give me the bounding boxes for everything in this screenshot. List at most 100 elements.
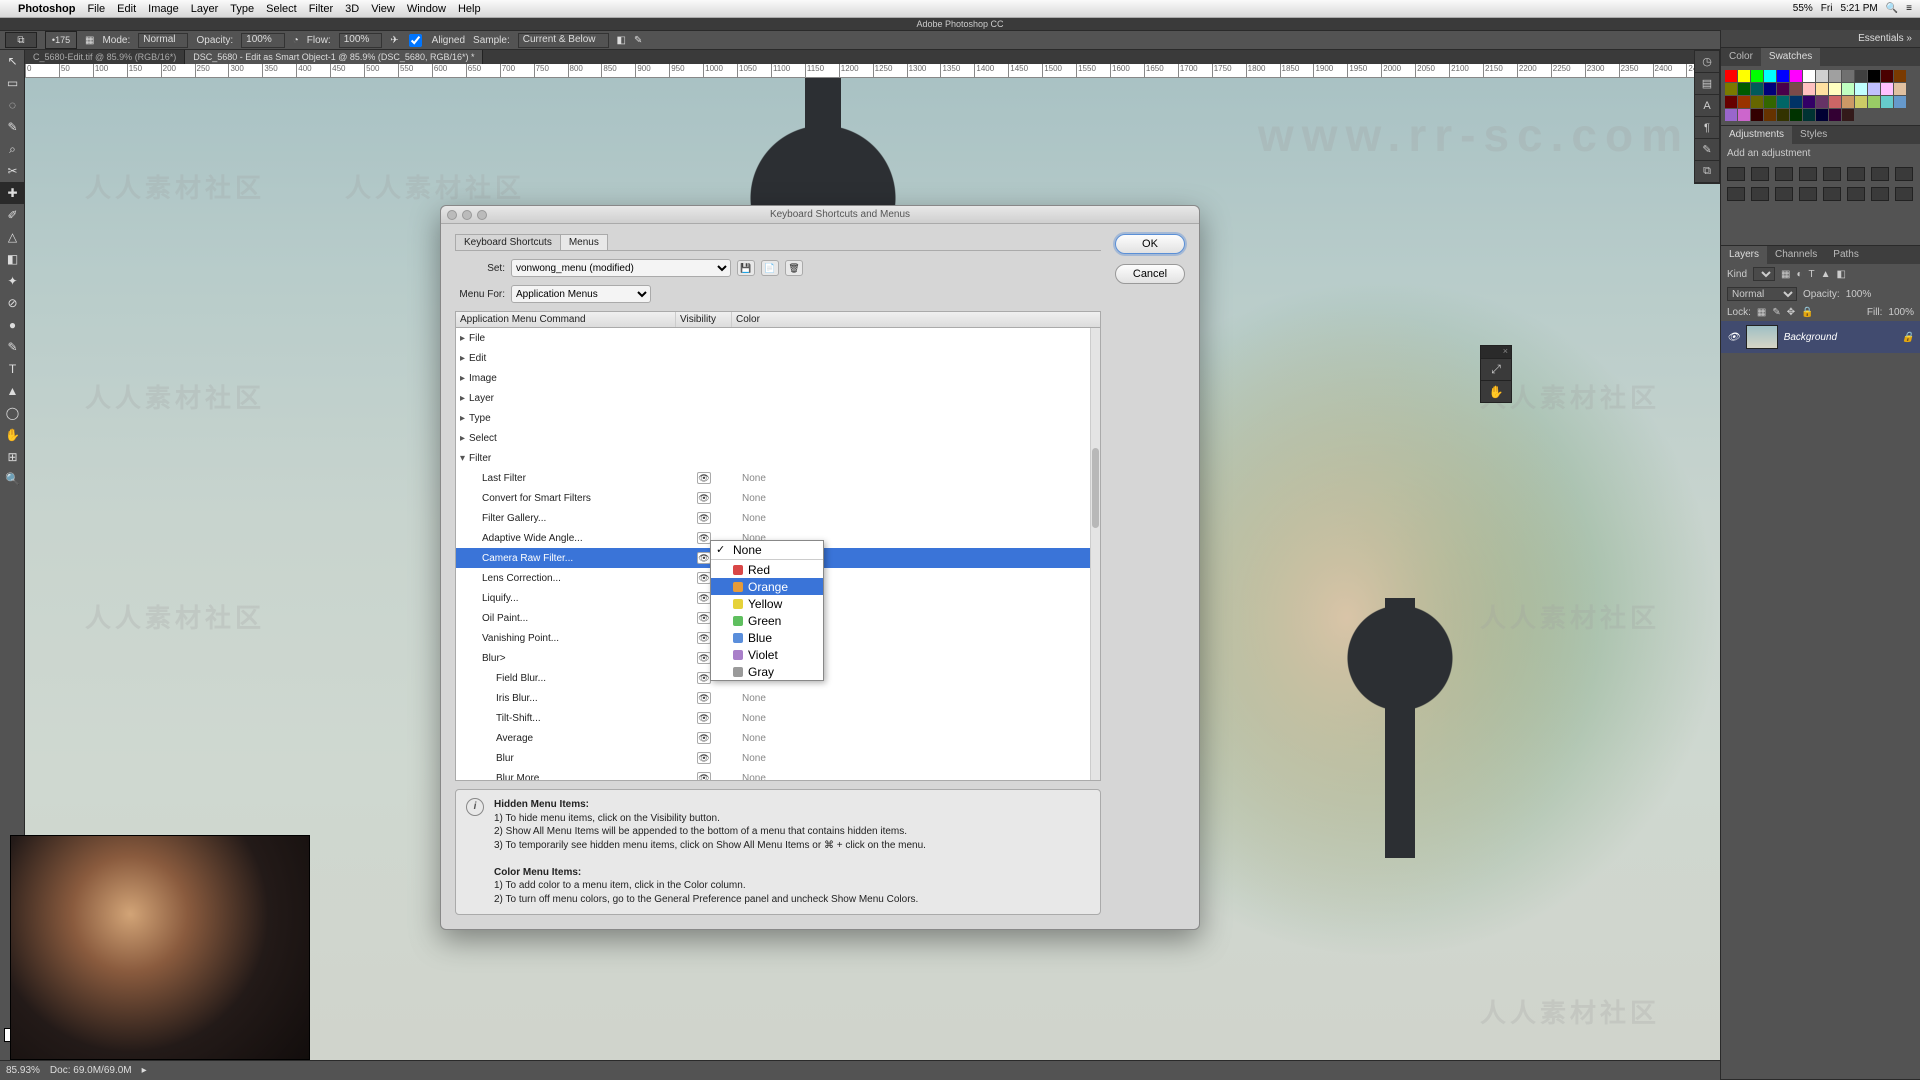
visibility-toggle[interactable]: 👁 — [697, 672, 711, 684]
pressure-opacity-icon[interactable]: ◔ — [293, 35, 299, 46]
visibility-toggle[interactable]: 👁 — [697, 592, 711, 604]
swatch[interactable] — [1738, 70, 1750, 82]
swatch[interactable] — [1803, 83, 1815, 95]
swatch[interactable] — [1777, 96, 1789, 108]
swatch[interactable] — [1790, 109, 1802, 121]
tool-7[interactable]: ✐ — [0, 204, 25, 226]
workspace-switcher[interactable]: Essentials » — [1721, 30, 1920, 48]
col-command[interactable]: Application Menu Command — [456, 312, 676, 327]
visibility-toggle[interactable]: 👁 — [697, 692, 711, 704]
ok-button[interactable]: OK — [1115, 234, 1185, 254]
adj-thresh-icon[interactable] — [1847, 187, 1865, 201]
doc-tab-0[interactable]: C_5680-Edit.tif @ 85.9% (RGB/16*) — [25, 50, 185, 64]
swatch[interactable] — [1751, 96, 1763, 108]
paragraph-icon[interactable]: ¶ — [1695, 117, 1719, 139]
new-set-icon[interactable]: 📄 — [761, 260, 779, 276]
swatch[interactable] — [1725, 70, 1737, 82]
tool-19[interactable]: 🔍 — [0, 468, 25, 490]
swatch[interactable] — [1881, 70, 1893, 82]
ignore-adj-icon[interactable]: ◧ — [617, 35, 626, 46]
swatch[interactable] — [1764, 109, 1776, 121]
color-option-green[interactable]: Green — [711, 612, 823, 629]
layer-thumbnail[interactable] — [1746, 325, 1778, 349]
sample-select[interactable]: Current & Below — [518, 33, 609, 48]
adj-vibrance-icon[interactable] — [1823, 167, 1841, 181]
visibility-icon[interactable]: 👁 — [1727, 332, 1740, 343]
mini-zoom-icon[interactable]: ⤢ — [1481, 358, 1511, 380]
visibility-toggle[interactable]: 👁 — [697, 712, 711, 724]
actions-icon[interactable]: ▤ — [1695, 73, 1719, 95]
status-arrow-icon[interactable]: ▸ — [142, 1065, 147, 1076]
tool-6[interactable]: ✚ — [0, 182, 25, 204]
color-option-violet[interactable]: Violet — [711, 646, 823, 663]
doc-tab-1[interactable]: DSC_5680 - Edit as Smart Object-1 @ 85.9… — [185, 50, 483, 64]
filter-shape-icon[interactable]: ▲ — [1821, 269, 1831, 280]
visibility-toggle[interactable]: 👁 — [697, 652, 711, 664]
lock-trans-icon[interactable]: ▦ — [1757, 307, 1766, 318]
swatch[interactable] — [1829, 70, 1841, 82]
set-select[interactable]: vonwong_menu (modified) — [511, 259, 731, 277]
color-option-yellow[interactable]: Yellow — [711, 595, 823, 612]
menu-row[interactable]: ▸Type — [456, 408, 1090, 428]
color-option-red[interactable]: Red — [711, 561, 823, 578]
swatch[interactable] — [1816, 96, 1828, 108]
menu-row[interactable]: Average👁None — [456, 728, 1090, 748]
mode-select[interactable]: Normal — [138, 33, 188, 48]
menu-3d[interactable]: 3D — [345, 3, 359, 15]
adj-invert-icon[interactable] — [1799, 187, 1817, 201]
swatch[interactable] — [1829, 96, 1841, 108]
cancel-button[interactable]: Cancel — [1115, 264, 1185, 284]
filter-type-icon[interactable]: T — [1809, 269, 1815, 280]
tool-13[interactable]: ✎ — [0, 336, 25, 358]
lock-all-icon[interactable]: 🔒 — [1801, 307, 1813, 318]
swatch[interactable] — [1764, 83, 1776, 95]
airbrush-icon[interactable]: ✈ — [390, 35, 398, 46]
notifications-icon[interactable]: ≡ — [1906, 3, 1912, 14]
swatch[interactable] — [1868, 70, 1880, 82]
menu-row[interactable]: Convert for Smart Filters👁None — [456, 488, 1090, 508]
adj-bw-icon[interactable] — [1895, 167, 1913, 181]
swatch[interactable] — [1764, 96, 1776, 108]
menu-filter[interactable]: Filter — [309, 3, 333, 15]
adj-mixer-icon[interactable] — [1751, 187, 1769, 201]
visibility-toggle[interactable]: 👁 — [697, 532, 711, 544]
swatch[interactable] — [1881, 83, 1893, 95]
visibility-toggle[interactable]: 👁 — [697, 572, 711, 584]
doc-size[interactable]: Doc: 69.0M/69.0M — [50, 1065, 132, 1076]
tool-11[interactable]: ⊘ — [0, 292, 25, 314]
adj-lookup-icon[interactable] — [1775, 187, 1793, 201]
tool-12[interactable]: ● — [0, 314, 25, 336]
adj-cb-icon[interactable] — [1871, 167, 1889, 181]
layer-opacity-value[interactable]: 100% — [1846, 289, 1872, 300]
col-color[interactable]: Color — [732, 312, 1100, 327]
tab-adjustments[interactable]: Adjustments — [1721, 126, 1792, 144]
color-option-blue[interactable]: Blue — [711, 629, 823, 646]
swatch[interactable] — [1855, 83, 1867, 95]
tab-swatches[interactable]: Swatches — [1761, 48, 1820, 66]
brush-size[interactable]: •175 — [45, 31, 77, 49]
tool-18[interactable]: ⊞ — [0, 446, 25, 468]
character-icon[interactable]: A — [1695, 95, 1719, 117]
visibility-toggle[interactable]: 👁 — [697, 472, 711, 484]
history-icon[interactable]: ◷ — [1695, 51, 1719, 73]
menu-edit[interactable]: Edit — [117, 3, 136, 15]
visibility-toggle[interactable]: 👁 — [697, 492, 711, 504]
tool-2[interactable]: ◌ — [0, 94, 25, 116]
menu-type[interactable]: Type — [230, 3, 254, 15]
menu-row[interactable]: Tilt-Shift...👁None — [456, 708, 1090, 728]
tool-17[interactable]: ✋ — [0, 424, 25, 446]
tool-0[interactable]: ↖ — [0, 50, 25, 72]
swatch[interactable] — [1803, 109, 1815, 121]
menu-help[interactable]: Help — [458, 3, 481, 15]
swatch[interactable] — [1751, 109, 1763, 121]
menu-row[interactable]: Filter Gallery...👁None — [456, 508, 1090, 528]
swatch[interactable] — [1751, 83, 1763, 95]
flow-value[interactable]: 100% — [339, 33, 383, 48]
mini-panel-close-icon[interactable]: × — [1481, 346, 1511, 358]
tool-5[interactable]: ✂ — [0, 160, 25, 182]
tool-3[interactable]: ✎ — [0, 116, 25, 138]
swatch[interactable] — [1790, 70, 1802, 82]
menu-row[interactable]: ▸Edit — [456, 348, 1090, 368]
swatch[interactable] — [1777, 70, 1789, 82]
swatch[interactable] — [1894, 96, 1906, 108]
